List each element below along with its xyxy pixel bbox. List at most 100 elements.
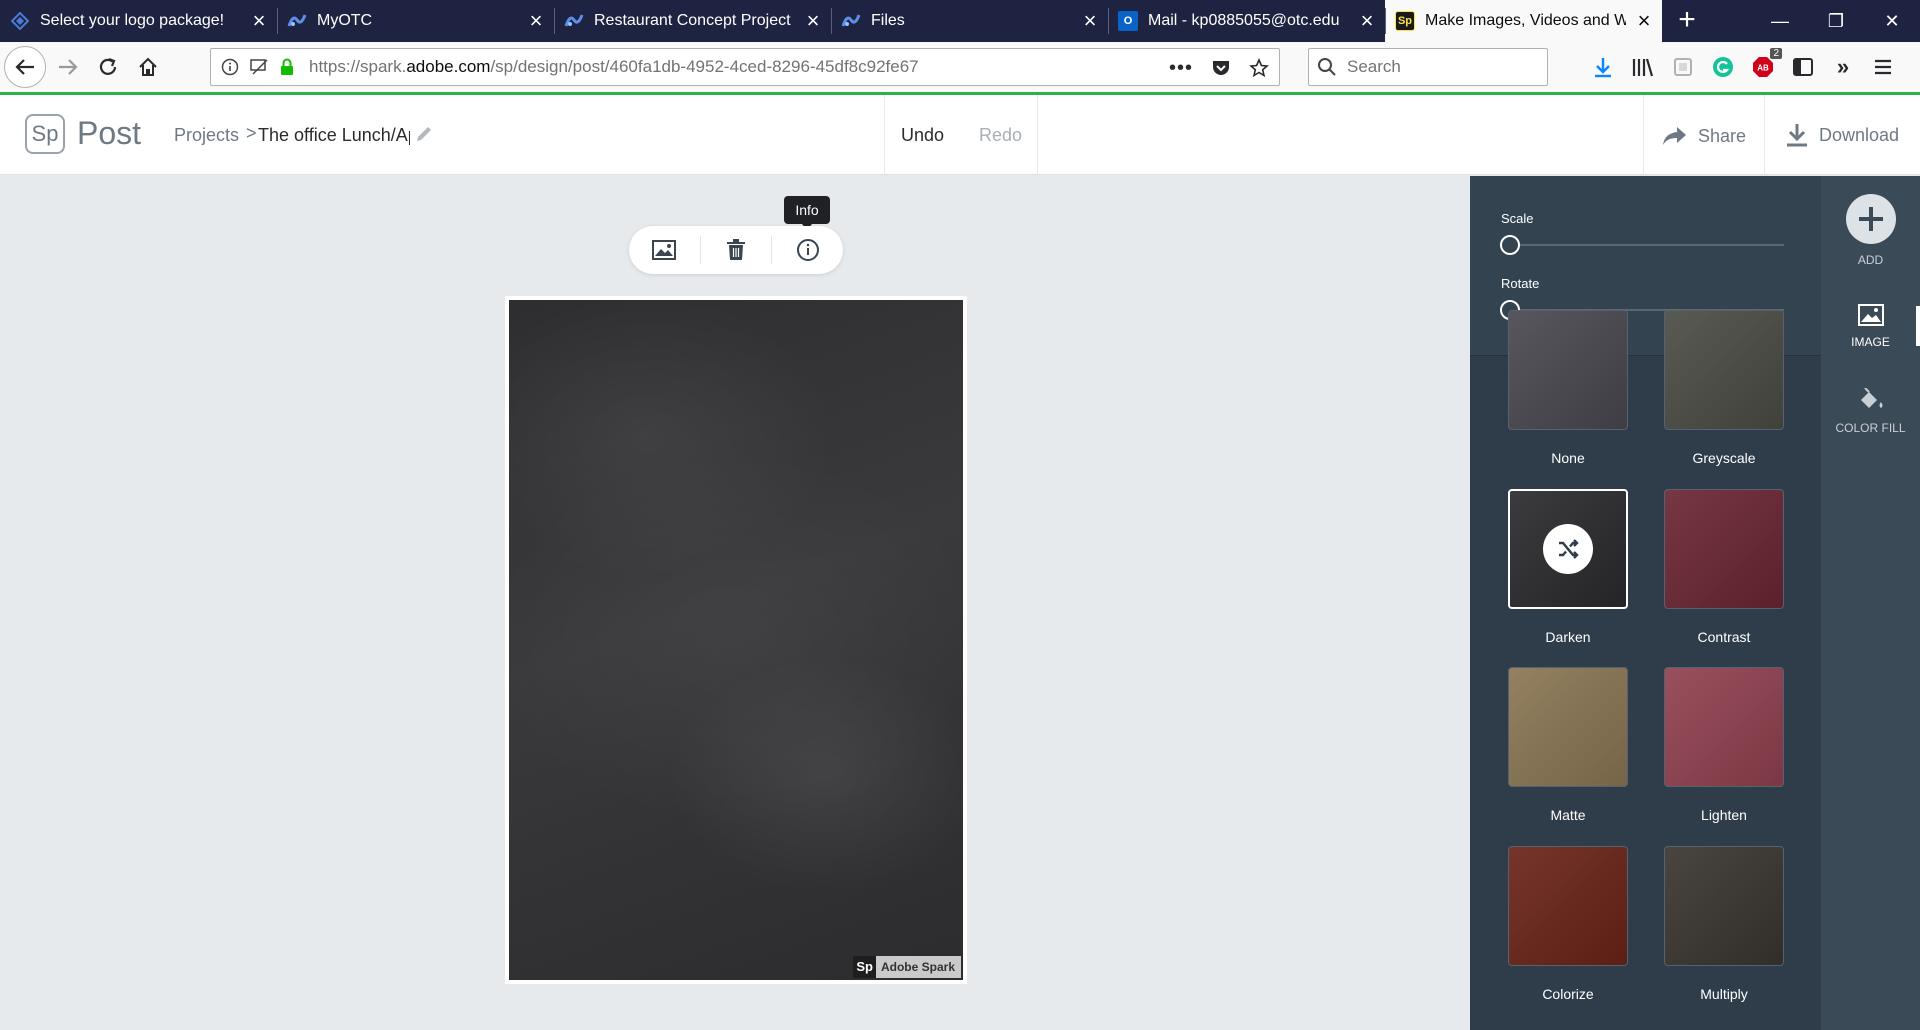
url-prefix: https://spark. <box>309 57 407 76</box>
filter-lighten[interactable]: Lighten <box>1664 667 1784 823</box>
trash-icon <box>727 239 745 260</box>
post-artboard[interactable]: Sp Adobe Spark <box>505 296 967 984</box>
image-label: IMAGE <box>1851 335 1890 349</box>
new-tab-button[interactable]: + <box>1662 0 1712 42</box>
pocket-icon[interactable] <box>1211 58 1231 78</box>
download-icon <box>1787 124 1807 147</box>
arrow-left-icon <box>15 59 34 75</box>
plus-circle-icon <box>1845 194 1896 244</box>
filter-swatch[interactable] <box>1664 489 1784 609</box>
header-divider <box>1764 95 1765 175</box>
filter-swatch[interactable] <box>1508 846 1628 966</box>
more-actions-icon[interactable]: ••• <box>1169 57 1193 80</box>
header-divider <box>884 95 885 175</box>
url-bar[interactable]: https://spark. adobe.com/sp/design/post/4… <box>210 48 1280 86</box>
back-button[interactable] <box>4 46 46 88</box>
filter-swatch-selected[interactable] <box>1508 489 1628 609</box>
active-tab-indicator <box>1916 306 1920 346</box>
close-window-icon[interactable]: ✕ <box>1864 0 1920 42</box>
filter-swatch[interactable] <box>1508 310 1628 430</box>
library-icon[interactable] <box>1630 54 1656 80</box>
filter-greyscale[interactable]: Greyscale <box>1664 310 1784 466</box>
header-divider <box>1643 95 1644 175</box>
search-bar[interactable]: Search <box>1308 48 1548 86</box>
filter-swatch[interactable] <box>1508 667 1628 787</box>
filter-none[interactable]: None <box>1508 310 1628 466</box>
browser-nav-bar: https://spark. adobe.com/sp/design/post/4… <box>0 42 1920 92</box>
browser-tab[interactable]: Files × <box>831 0 1108 42</box>
scale-slider-handle[interactable] <box>1500 235 1520 255</box>
outlook-icon: O <box>1118 11 1138 31</box>
grammarly-icon[interactable] <box>1710 54 1736 80</box>
spark-logo[interactable]: Sp <box>25 114 65 154</box>
home-button[interactable] <box>128 47 168 87</box>
browser-tab-active[interactable]: Sp Make Images, Videos and Web × <box>1385 0 1662 42</box>
delete-button[interactable] <box>701 226 772 274</box>
info-icon[interactable] <box>221 58 239 76</box>
pencil-icon[interactable] <box>414 124 434 144</box>
close-tab-icon[interactable]: × <box>518 0 554 42</box>
restore-icon[interactable]: ❐ <box>1808 0 1864 42</box>
breadcrumb-chevron-icon: > <box>246 123 257 143</box>
adblock-badge: 2 <box>1770 48 1782 59</box>
bookmark-star-icon[interactable] <box>1249 58 1269 78</box>
tool-rail: ADD IMAGE COLOR FILL <box>1821 176 1920 1030</box>
download-button[interactable]: Download <box>1785 122 1899 148</box>
adblock-icon[interactable]: AB 2 <box>1750 48 1782 80</box>
download-label: Download <box>1819 124 1900 145</box>
image-tab[interactable]: IMAGE <box>1821 304 1920 349</box>
permissions-icon[interactable] <box>249 58 269 76</box>
image-properties-panel: Scale Rotate None Greyscale Darken Contr… <box>1470 176 1821 1030</box>
reload-button[interactable] <box>88 47 128 87</box>
image-icon <box>652 240 677 260</box>
minimize-icon[interactable]: — <box>1752 0 1808 42</box>
search-input[interactable]: Search <box>1347 57 1401 77</box>
close-tab-icon[interactable]: × <box>1072 0 1108 42</box>
tab-title: Mail - kp0885055@otc.edu <box>1148 12 1340 29</box>
forward-button[interactable] <box>48 47 88 87</box>
breadcrumb-projects-link[interactable]: Projects <box>174 125 239 146</box>
scale-slider-track[interactable] <box>1506 244 1784 246</box>
tab-title: Make Images, Videos and Web <box>1425 12 1626 29</box>
filter-multiply[interactable]: Multiply <box>1664 846 1784 1002</box>
downloads-icon[interactable] <box>1590 54 1616 80</box>
info-button[interactable] <box>772 226 843 274</box>
filter-darken[interactable]: Darken <box>1508 489 1628 645</box>
sidebar-toggle-icon[interactable] <box>1790 54 1816 80</box>
overflow-chevron-icon[interactable]: » <box>1830 54 1856 80</box>
shuffle-button[interactable] <box>1543 524 1593 574</box>
lock-icon[interactable] <box>279 58 295 76</box>
filter-swatch[interactable] <box>1664 310 1784 430</box>
otc-logo-icon <box>841 11 861 31</box>
filter-contrast[interactable]: Contrast <box>1664 489 1784 645</box>
filter-matte[interactable]: Matte <box>1508 667 1628 823</box>
reader-view-icon[interactable] <box>1670 54 1696 80</box>
color-fill-tab[interactable]: COLOR FILL <box>1821 387 1920 435</box>
browser-tab[interactable]: O Mail - kp0885055@otc.edu × <box>1108 0 1385 42</box>
filter-label: Contrast <box>1697 629 1751 645</box>
scale-label: Scale <box>1501 211 1534 226</box>
color-fill-label: COLOR FILL <box>1835 421 1906 435</box>
browser-tab[interactable]: MyOTC × <box>277 0 554 42</box>
share-button[interactable]: Share <box>1662 125 1746 147</box>
browser-tab[interactable]: Select your logo package! × <box>0 0 277 42</box>
hamburger-menu-icon[interactable] <box>1870 54 1896 80</box>
redo-button[interactable]: Redo <box>979 125 1022 146</box>
project-title[interactable]: The office Lunch/Ap <box>258 125 410 146</box>
close-tab-icon[interactable]: × <box>795 0 831 42</box>
filter-swatch[interactable] <box>1664 667 1784 787</box>
replace-image-button[interactable] <box>629 226 700 274</box>
undo-button[interactable]: Undo <box>901 125 944 146</box>
browser-tab[interactable]: Restaurant Concept Project × <box>554 0 831 42</box>
chalkboard-background-image[interactable]: Sp Adobe Spark <box>509 300 963 980</box>
close-tab-icon[interactable]: × <box>1626 0 1662 42</box>
add-button[interactable]: ADD <box>1821 194 1920 267</box>
image-icon <box>1857 304 1884 326</box>
filter-swatch[interactable] <box>1664 846 1784 966</box>
rotate-label: Rotate <box>1501 276 1540 291</box>
filter-colorize[interactable]: Colorize <box>1508 846 1628 1002</box>
close-tab-icon[interactable]: × <box>241 0 277 42</box>
filter-label: Lighten <box>1701 807 1747 823</box>
watermark-text: Adobe Spark <box>880 960 955 974</box>
close-tab-icon[interactable]: × <box>1349 0 1385 42</box>
